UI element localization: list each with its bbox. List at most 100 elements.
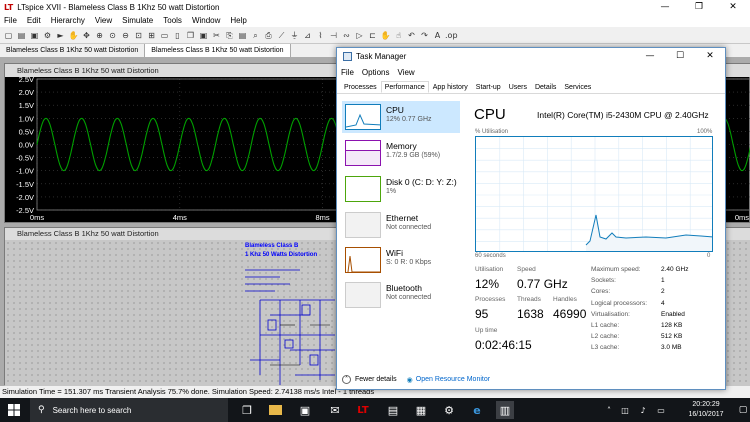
threads-label: Threads [517,296,541,303]
photos-icon[interactable]: ▤ [384,401,402,419]
drag-icon[interactable]: ☝ [393,30,404,41]
task-view-icon[interactable]: ❐ [238,401,256,419]
pan-icon[interactable]: ✥ [81,30,92,41]
calculator-icon[interactable]: ▦ [412,401,430,419]
move-icon[interactable]: ✋ [380,30,391,41]
menu-file[interactable]: File [4,16,17,25]
resource-wifi[interactable]: WiFi S: 0 R: 0 Kbps [342,244,460,276]
minimize-icon[interactable]: — [648,0,682,14]
resistor-icon[interactable]: ⌇ [315,30,326,41]
print-icon[interactable]: ⎙ [263,30,274,41]
network-icon[interactable]: ◫ [616,401,634,419]
open-icon[interactable]: ▢ [3,30,14,41]
spec-value: 512 KB [661,333,683,341]
schematic-label-2: 1 Khz 50 Watts Distortion [245,252,318,258]
task-manager-title: Task Manager [356,52,407,61]
cascade-icon[interactable]: ❐ [185,30,196,41]
x-tick-label: 8ms [316,213,330,222]
zoom-out-icon[interactable]: ⊖ [120,30,131,41]
close-icon[interactable]: ✕ [695,48,725,65]
menu-edit[interactable]: Edit [27,16,41,25]
maximize-icon[interactable]: ❐ [682,0,716,14]
resource-disk[interactable]: Disk 0 (C: D: Y: Z:) 1% [342,173,460,205]
resource-memory[interactable]: Memory 1.7/2.9 GB (59%) [342,137,460,169]
chevron-up-icon[interactable]: ˄ [342,375,351,384]
tab-processes[interactable]: Processes [340,81,381,93]
text-icon[interactable]: A [432,30,443,41]
diode-icon[interactable]: ▷ [354,30,365,41]
zoom-pan-icon[interactable]: ⊙ [107,30,118,41]
spice-directive-icon[interactable]: .op [445,30,458,41]
redo-icon[interactable]: ↷ [419,30,430,41]
close-window-icon[interactable]: ▣ [198,30,209,41]
menu-simulate[interactable]: Simulate [122,16,153,25]
windows-start-icon[interactable] [8,404,20,416]
find-icon[interactable]: ⌕ [250,30,261,41]
save-icon[interactable]: ▣ [29,30,40,41]
paste-icon[interactable]: ▤ [237,30,248,41]
tab-details[interactable]: Details [531,81,560,93]
schematic-label-1: Blameless Class B [245,243,299,249]
wire-icon[interactable]: ⟋ [276,30,287,41]
file-explorer-icon[interactable] [266,401,284,419]
halt-icon[interactable]: ✋ [68,30,79,41]
close-icon[interactable]: ✕ [716,0,750,14]
copy-icon[interactable]: ⎘ [224,30,235,41]
autorange-icon[interactable]: ⊞ [146,30,157,41]
tab-startup[interactable]: Start-up [472,81,505,93]
doc-tab-waveform[interactable]: Blameless Class B 1Khz 50 watt Distortio… [0,44,146,57]
run-icon[interactable]: ► [55,30,66,41]
folder-icon[interactable]: ▤ [16,30,27,41]
taskbar-clock[interactable]: 20:20:29 16/10/2017 [680,400,732,420]
capacitor-icon[interactable]: ⊣ [328,30,339,41]
settings-icon[interactable]: ⚙ [440,401,458,419]
zoom-in-icon[interactable]: ⊕ [94,30,105,41]
label-icon[interactable]: ⊿ [302,30,313,41]
volume-icon[interactable]: ♪ [634,401,652,419]
tab-users[interactable]: Users [505,81,531,93]
control-panel-icon[interactable]: ⚙ [42,30,53,41]
doc-tab-schematic[interactable]: Blameless Class B 1Khz 50 watt Distortio… [145,44,291,57]
fewer-details-link[interactable]: Fewer details [355,376,397,383]
tm-menu-file[interactable]: File [341,68,354,77]
resource-ethernet[interactable]: Ethernet Not connected [342,209,460,241]
tile-horizontal-icon[interactable]: ▭ [159,30,170,41]
inductor-icon[interactable]: ∾ [341,30,352,41]
battery-icon[interactable]: ▭ [652,401,670,419]
tab-app-history[interactable]: App history [429,81,472,93]
open-resource-monitor-link[interactable]: Open Resource Monitor [416,376,490,383]
menu-view[interactable]: View [95,16,112,25]
edge-icon[interactable]: e [468,401,486,419]
task-manager-taskbar-icon[interactable]: ▥ [496,401,514,419]
menu-tools[interactable]: Tools [163,16,182,25]
spec-value: 2 [661,288,665,296]
tm-menu-options[interactable]: Options [362,68,390,77]
resource-name: Ethernet [386,213,419,223]
menu-window[interactable]: Window [192,16,220,25]
y-tick-label: -1.5V [16,180,34,189]
taskbar-search-box[interactable]: ⚲ Search here to search [30,398,228,422]
processes-value: 95 [475,307,489,321]
notifications-icon[interactable]: ▢ [734,401,750,419]
cut-icon[interactable]: ✂ [211,30,222,41]
ltspice-taskbar-icon[interactable]: LT [354,401,372,419]
component-icon[interactable]: ⊏ [367,30,378,41]
cpu-utilisation-graph [475,136,713,252]
store-icon[interactable]: ▣ [296,401,314,419]
menu-help[interactable]: Help [230,16,246,25]
resource-bluetooth[interactable]: Bluetooth Not connected [342,279,460,311]
menu-hierarchy[interactable]: Hierarchy [51,16,85,25]
minimize-icon[interactable]: — [635,48,665,65]
resource-cpu[interactable]: CPU 12% 0.77 GHz [342,101,460,133]
uptime-value: 0:02:46:15 [475,338,532,352]
task-manager-footer: ˄ Fewer details ◉ Open Resource Monitor [342,375,490,384]
ground-icon[interactable]: ⏚ [289,30,300,41]
maximize-icon[interactable]: ☐ [665,48,695,65]
undo-icon[interactable]: ↶ [406,30,417,41]
tm-menu-view[interactable]: View [397,68,414,77]
tab-performance[interactable]: Performance [380,81,429,93]
tab-services[interactable]: Services [560,81,595,93]
zoom-fit-icon[interactable]: ⊡ [133,30,144,41]
mail-icon[interactable]: ✉ [326,401,344,419]
tile-vertical-icon[interactable]: ▯ [172,30,183,41]
